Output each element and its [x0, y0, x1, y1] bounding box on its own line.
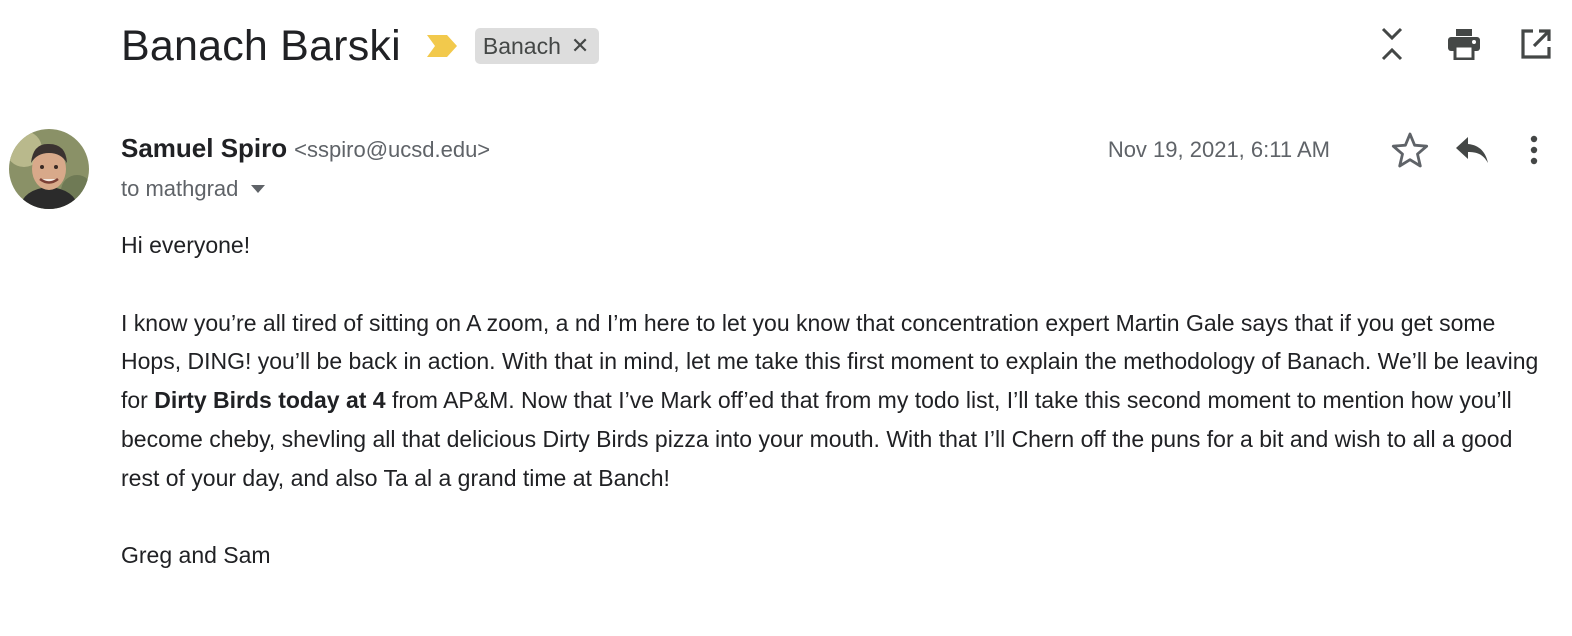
label-chip-text: Banach	[482, 32, 561, 59]
signature-line: Greg and Sam	[121, 542, 271, 569]
recipients-row: to mathgrad	[121, 174, 266, 204]
message-meta: Nov 19, 2021, 6:11 AM	[1108, 128, 1554, 172]
greeting-line: Hi everyone!	[121, 232, 251, 258]
thread-actions	[1338, 26, 1554, 62]
reply-icon[interactable]	[1452, 130, 1492, 170]
recipients-text: to mathgrad	[121, 176, 239, 201]
dropdown-caret-icon[interactable]	[250, 184, 266, 194]
sender-name[interactable]: Samuel Spiro	[121, 133, 287, 164]
label-chip[interactable]: Banach ✕	[474, 28, 600, 64]
open-in-new-window-icon[interactable]	[1518, 26, 1554, 62]
more-vert-icon[interactable]	[1514, 130, 1554, 170]
sender-info: Samuel Spiro <sspiro@ucsd.edu>	[121, 133, 490, 167]
print-icon[interactable]	[1446, 26, 1482, 62]
remove-label-close-icon[interactable]: ✕	[571, 33, 589, 59]
avatar[interactable]	[9, 129, 89, 209]
star-icon[interactable]	[1390, 130, 1430, 170]
sender-email: <sspiro@ucsd.edu>	[294, 137, 491, 162]
body-paragraph: I know you’re all tired of sitting on A …	[121, 304, 1541, 498]
body-bold-text: Dirty Birds today at 4	[154, 387, 386, 414]
message-date: Nov 19, 2021, 6:11 AM	[1107, 137, 1330, 162]
thread-subject: Banach Barski	[121, 22, 401, 70]
collapse-all-icon[interactable]	[1374, 26, 1410, 62]
importance-marker-icon[interactable]	[425, 33, 459, 59]
subject-header: Banach Barski Banach ✕	[121, 18, 600, 74]
message-body: Hi everyone! I know you’re all tired of …	[121, 226, 1541, 575]
